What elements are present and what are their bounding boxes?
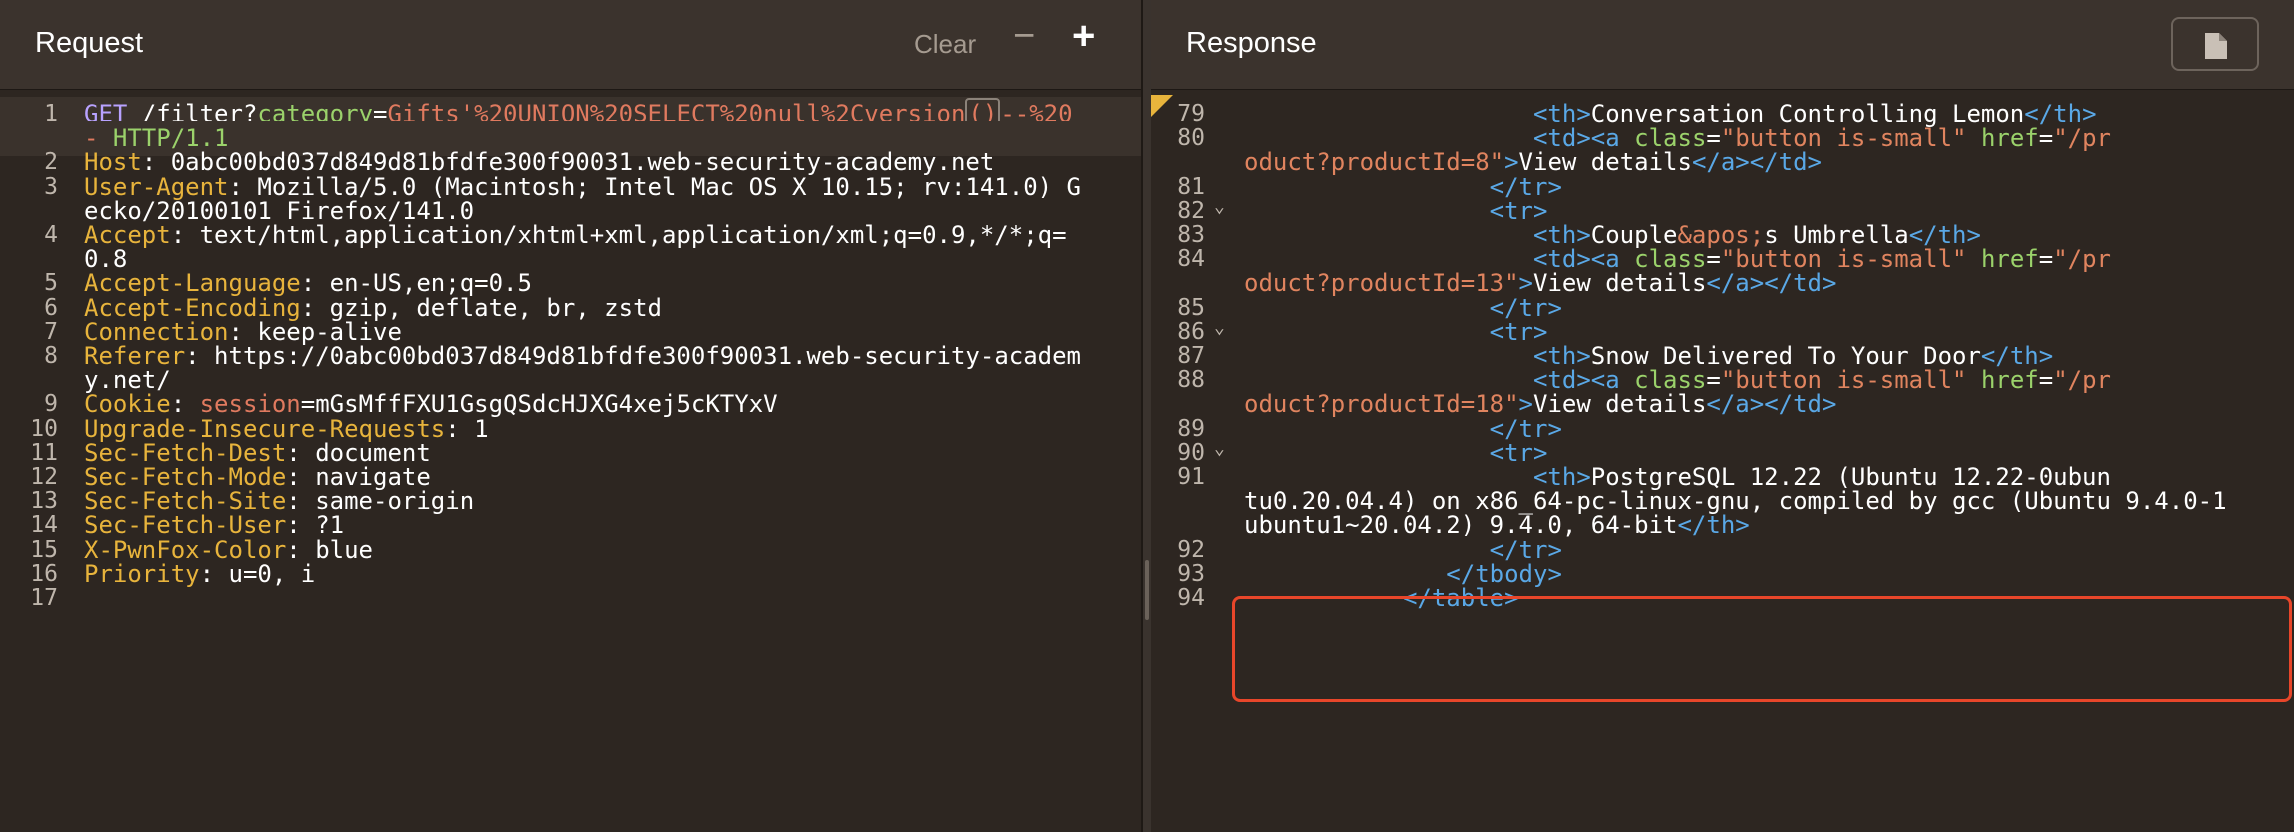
request-editor[interactable]: 1 GET /filter?category=Gifts'%20UNION%20S… [0, 97, 1141, 832]
request-title: Request [35, 27, 144, 59]
request-header: Request Clear − + [0, 0, 1141, 90]
warning-marker [1151, 95, 1173, 117]
response-panel: Response 79 <th>Conversation Controlling… [1151, 0, 2294, 832]
fold-chevron-icon[interactable]: ⌄ [1214, 196, 1225, 217]
file-icon [2205, 33, 2227, 59]
response-editor[interactable]: 79 <th>Conversation Controlling Lemon</t… [1151, 97, 2294, 832]
panel-splitter[interactable] [1145, 560, 1149, 620]
collapse-button[interactable]: − [1013, 17, 1035, 55]
response-header: Response [1151, 0, 2294, 90]
request-panel: Request Clear − + 1 GET /filter?category=… [0, 0, 1143, 832]
code-line: 17 [0, 581, 1141, 616]
expand-button[interactable]: + [1072, 16, 1095, 56]
code-token: </table> [1402, 584, 1519, 612]
response-title: Response [1186, 27, 1317, 59]
line-number: 17 [30, 585, 58, 611]
code-text: </table> [1244, 581, 1519, 616]
file-button[interactable] [2171, 17, 2259, 71]
clear-button[interactable]: Clear [914, 29, 976, 60]
line-number: 94 [1177, 585, 1205, 611]
fold-chevron-icon[interactable]: ⌄ [1214, 438, 1225, 459]
code-line: 94 </table> [1151, 581, 2294, 616]
fold-chevron-icon[interactable]: ⌄ [1214, 317, 1225, 338]
